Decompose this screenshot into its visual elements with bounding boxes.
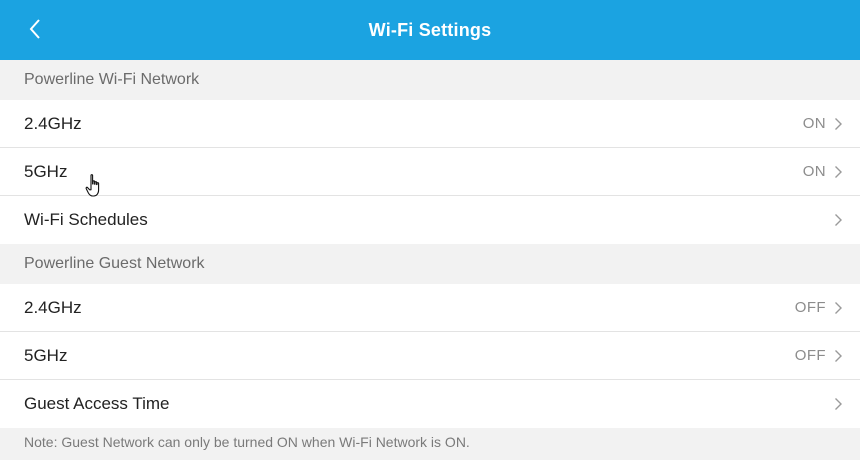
wifi-2-4ghz-row[interactable]: 2.4GHz ON bbox=[0, 100, 860, 148]
chevron-right-icon bbox=[834, 165, 844, 179]
row-right: OFF bbox=[795, 299, 844, 316]
back-button[interactable] bbox=[22, 14, 48, 44]
status-value: ON bbox=[802, 163, 826, 180]
status-value: OFF bbox=[794, 347, 826, 364]
guest-network-note: Note: Guest Network can only be turned O… bbox=[0, 428, 860, 456]
row-label: Guest Access Time bbox=[24, 394, 170, 413]
status-value: ON bbox=[802, 115, 826, 132]
wifi-5ghz-row[interactable]: 5GHz ON bbox=[0, 148, 860, 196]
page-title: Wi-Fi Settings bbox=[368, 19, 492, 40]
row-label: 5GHz bbox=[24, 345, 68, 365]
row-right: OFF bbox=[795, 347, 844, 364]
row-right: ON bbox=[803, 163, 844, 180]
wifi-settings-screen: Wi-Fi Settings Powerline Wi-Fi Network 2… bbox=[0, 0, 860, 460]
chevron-right-icon bbox=[834, 397, 844, 411]
row-label: Wi-Fi Schedules bbox=[24, 210, 148, 229]
guest-access-time-row[interactable]: Guest Access Time bbox=[0, 380, 860, 428]
row-label: 2.4GHz bbox=[24, 297, 82, 317]
row-label: 5GHz bbox=[24, 161, 68, 181]
section-header-wifi-network: Powerline Wi-Fi Network bbox=[0, 60, 860, 100]
row-label: 2.4GHz bbox=[24, 113, 82, 133]
section-header-guest-network: Powerline Guest Network bbox=[0, 244, 860, 284]
header-bar: Wi-Fi Settings bbox=[0, 0, 860, 60]
row-right bbox=[826, 397, 844, 411]
status-value: OFF bbox=[794, 299, 826, 316]
row-right bbox=[826, 213, 844, 227]
chevron-left-icon bbox=[29, 19, 40, 39]
chevron-right-icon bbox=[834, 349, 844, 363]
chevron-right-icon bbox=[834, 117, 844, 131]
chevron-right-icon bbox=[834, 301, 844, 315]
wifi-schedules-row[interactable]: Wi-Fi Schedules bbox=[0, 196, 860, 244]
chevron-right-icon bbox=[834, 213, 844, 227]
guest-2-4ghz-row[interactable]: 2.4GHz OFF bbox=[0, 284, 860, 332]
row-right: ON bbox=[803, 115, 844, 132]
guest-5ghz-row[interactable]: 5GHz OFF bbox=[0, 332, 860, 380]
